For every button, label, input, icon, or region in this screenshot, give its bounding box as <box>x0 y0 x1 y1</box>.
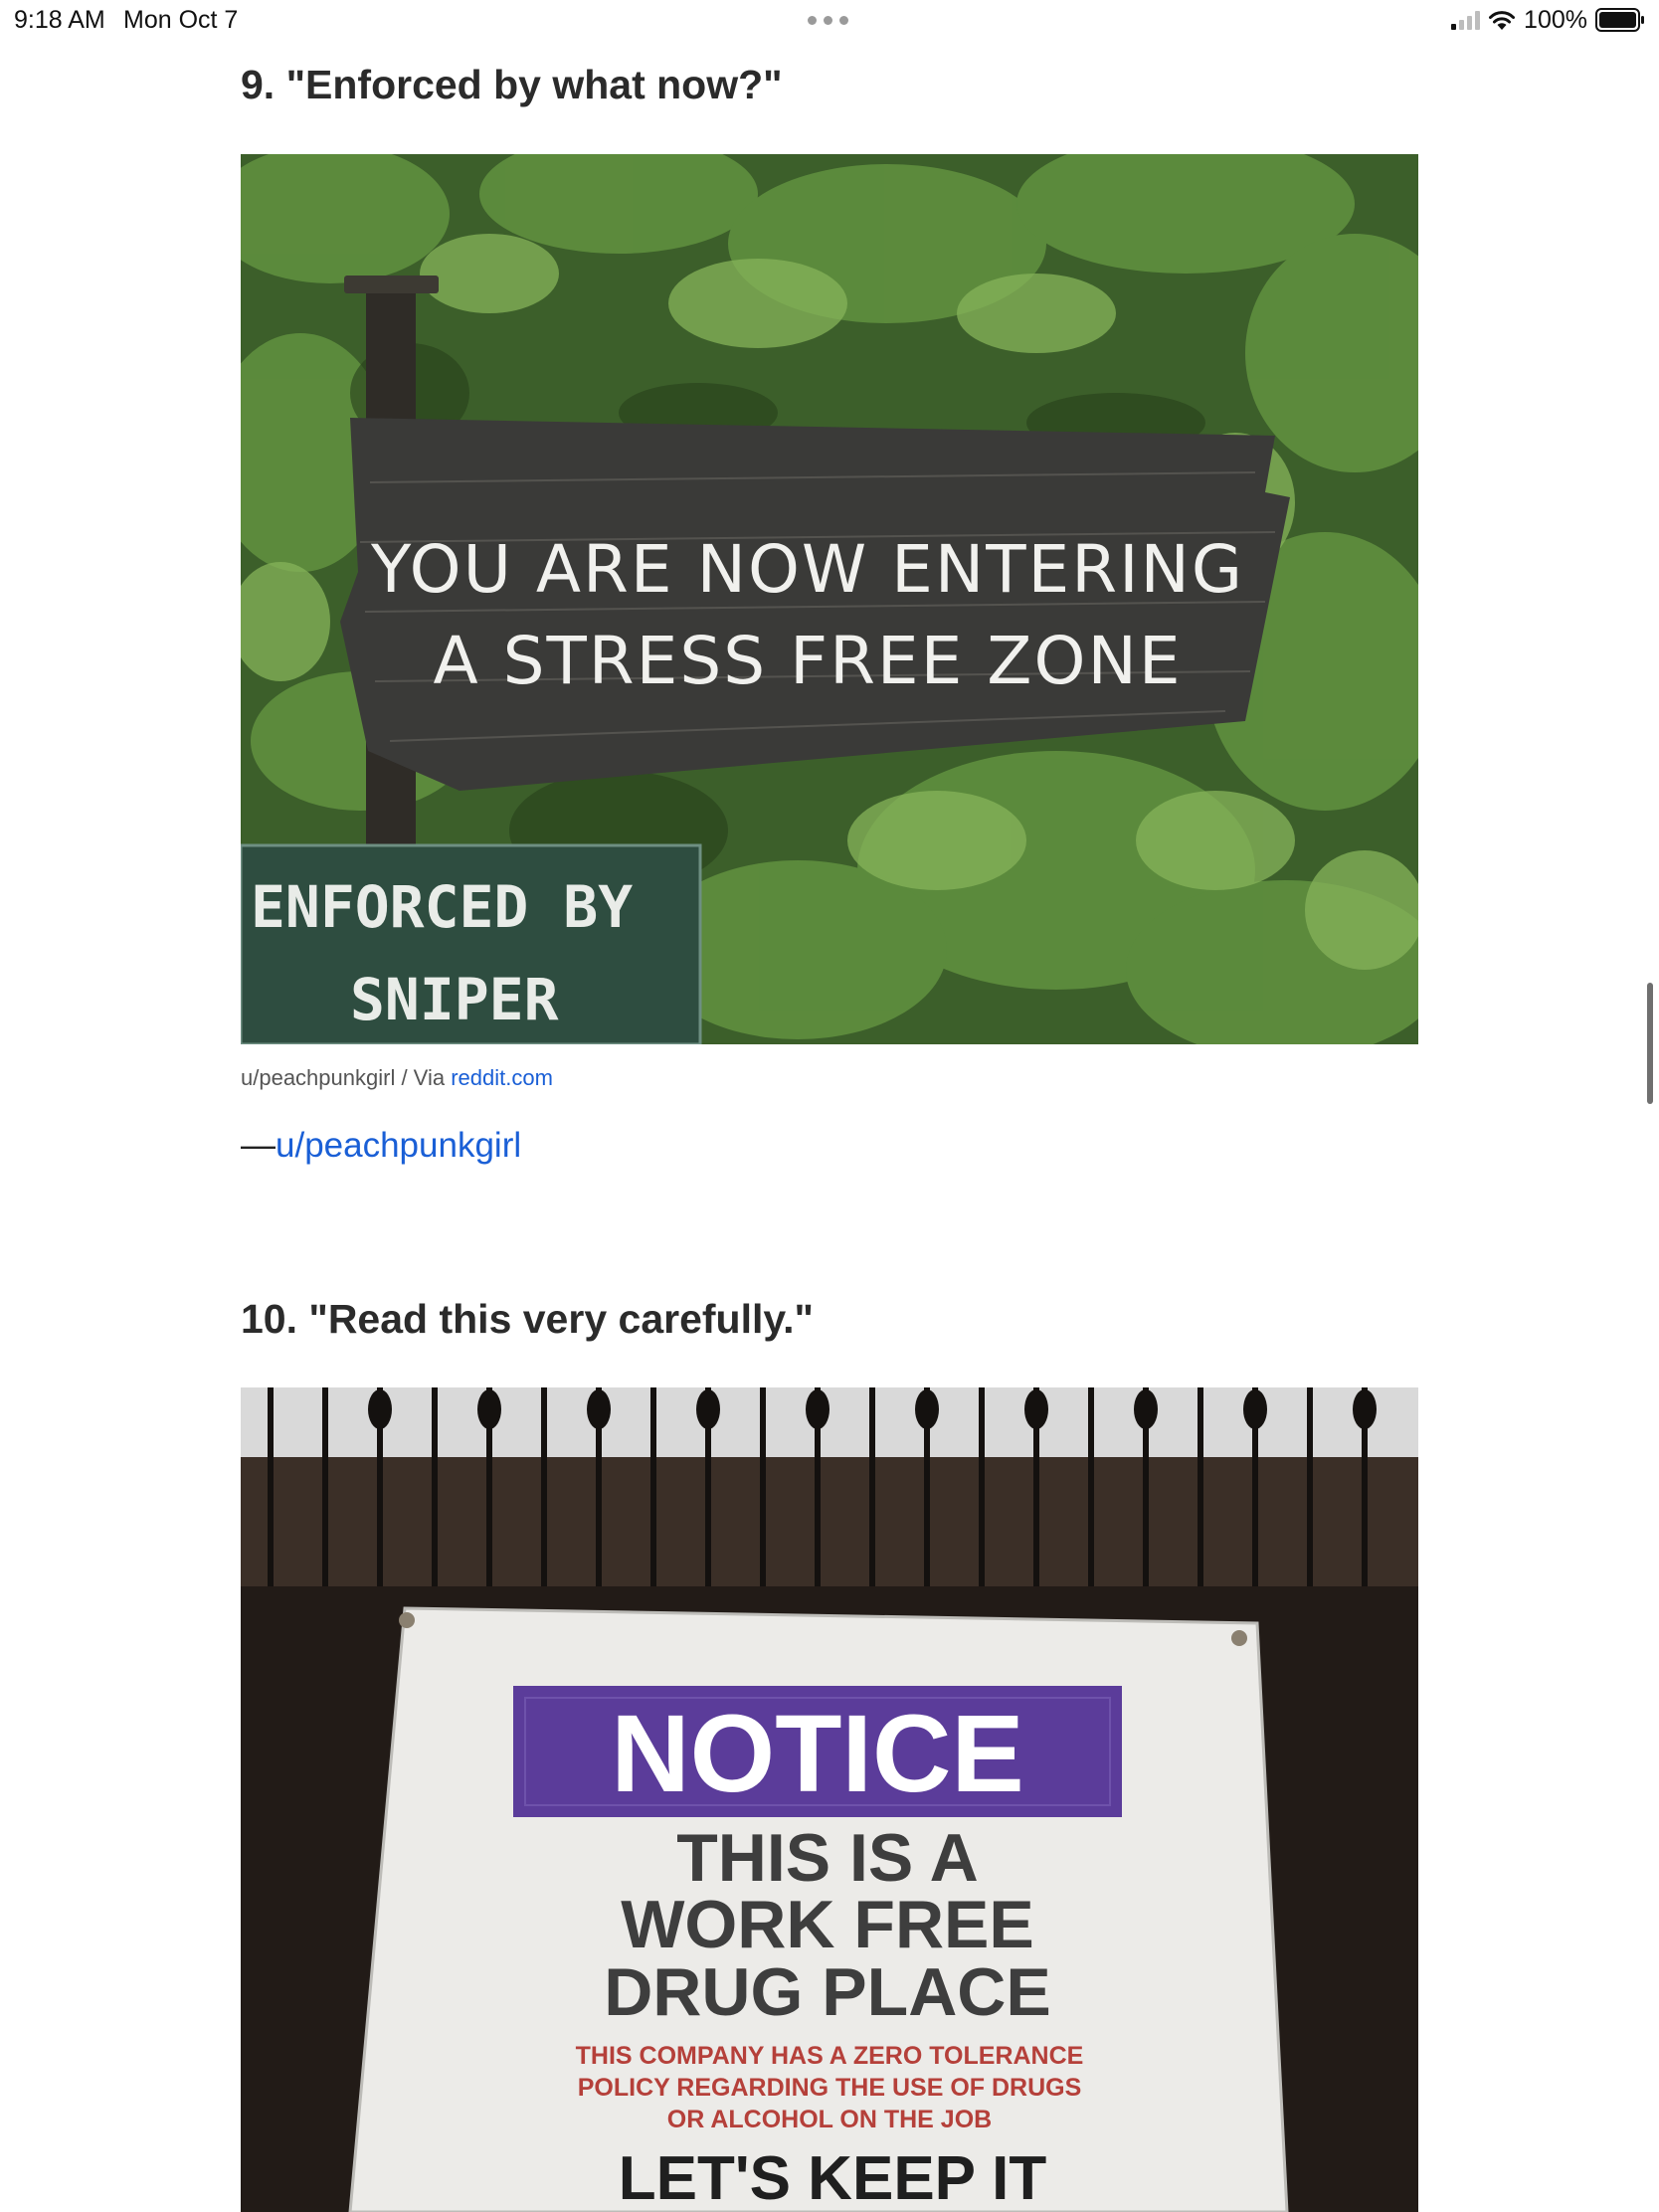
banner-header: NOTICE <box>611 1693 1024 1815</box>
sign-text-line2: A STRESS FREE ZONE <box>433 623 1182 699</box>
photo-graphic: YOU ARE NOW ENTERING A STRESS FREE ZONE … <box>241 154 1418 1044</box>
item-title-9: 9. "Enforced by what now?" <box>241 62 783 107</box>
credit-line: —u/peachpunkgirl <box>241 1126 521 1166</box>
credit-dash: — <box>241 1126 276 1165</box>
small-sign-line1: ENFORCED BY <box>251 873 633 941</box>
banner-line3: DRUG PLACE <box>604 1954 1051 2030</box>
signal-icon <box>1451 10 1481 30</box>
caption-source-link[interactable]: reddit.com <box>451 1065 553 1090</box>
status-bar: 9:18 AM Mon Oct 7 100% <box>0 0 1659 40</box>
status-indicators: 100% <box>1451 5 1645 35</box>
wifi-icon <box>1489 11 1516 30</box>
banner-small-line3: OR ALCOHOL ON THE JOB <box>667 2106 992 2133</box>
battery-percentage: 100% <box>1524 5 1587 34</box>
photo-caption: u/peachpunkgirl / Via reddit.com <box>241 1065 553 1091</box>
caption-text: u/peachpunkgirl / Via <box>241 1065 452 1090</box>
more-dots-icon[interactable] <box>808 8 851 32</box>
item-title-10: 10. "Read this very carefully." <box>241 1296 814 1342</box>
banner-line1: THIS IS A <box>676 1820 979 1896</box>
sign-text-line1: YOU ARE NOW ENTERING <box>370 531 1244 608</box>
scrollbar[interactable] <box>1647 983 1653 1104</box>
photo-graphic: NOTICE THIS IS A WORK FREE DRUG PLACE TH… <box>241 1387 1418 2212</box>
battery-icon <box>1595 8 1644 32</box>
photo-notice-banner[interactable]: NOTICE THIS IS A WORK FREE DRUG PLACE TH… <box>241 1387 1418 2212</box>
status-time: 9:18 AM <box>14 6 105 34</box>
banner-small-line2: POLICY REGARDING THE USE OF DRUGS <box>578 2074 1082 2102</box>
photo-stress-free-zone-sign[interactable]: YOU ARE NOW ENTERING A STRESS FREE ZONE … <box>241 154 1418 1044</box>
banner-bottom-line: LET'S KEEP IT <box>619 2144 1047 2212</box>
small-sign-line2: SNIPER <box>350 966 559 1033</box>
credit-user-link[interactable]: u/peachpunkgirl <box>276 1126 521 1165</box>
banner-line2: WORK FREE <box>621 1887 1034 1962</box>
status-date: Mon Oct 7 <box>123 6 239 34</box>
banner-small-line1: THIS COMPANY HAS A ZERO TOLERANCE <box>576 2042 1084 2070</box>
